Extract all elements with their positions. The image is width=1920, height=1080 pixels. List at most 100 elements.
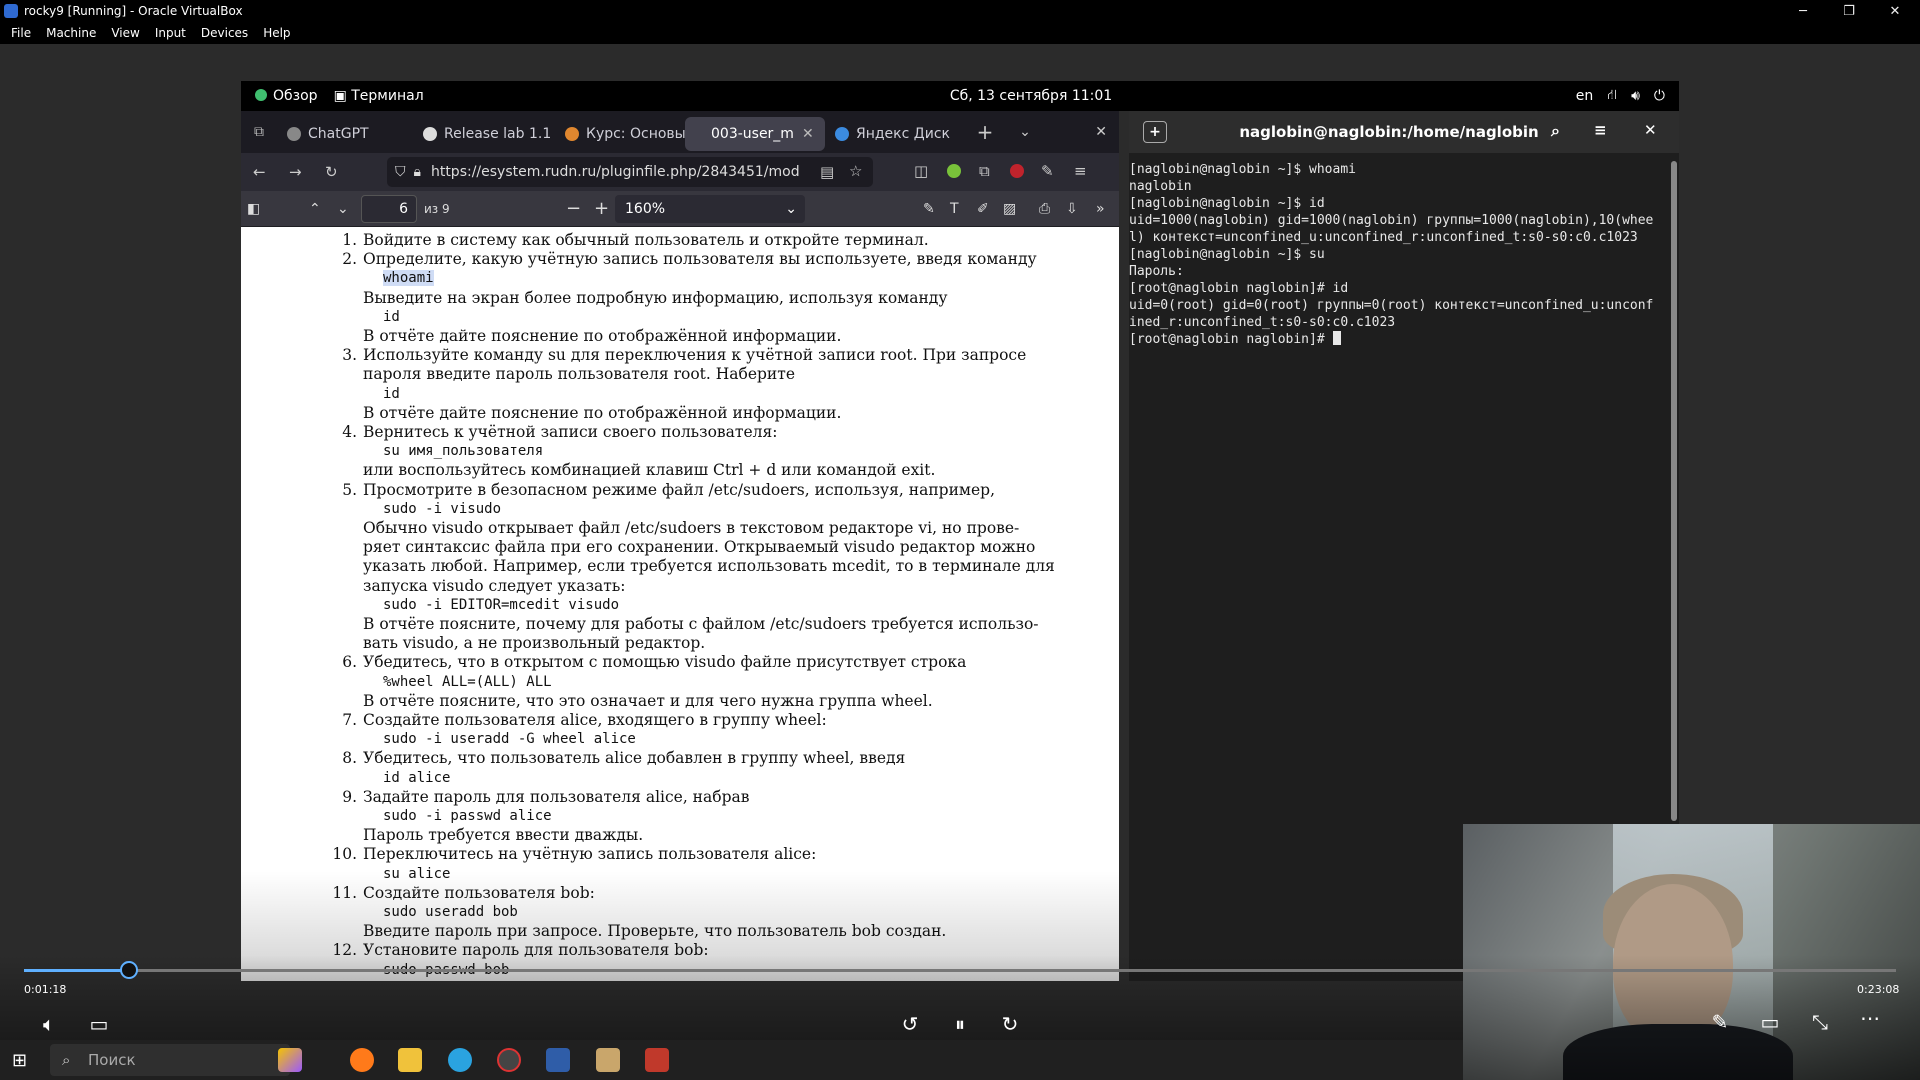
close-tab-icon[interactable]: ✕ <box>802 126 814 142</box>
page-number-input[interactable]: 6 <box>361 195 417 223</box>
menu-input[interactable]: Input <box>155 26 186 40</box>
sidebar-toggle-icon[interactable]: ◧ <box>247 201 260 217</box>
forward-icon[interactable]: → <box>289 163 302 181</box>
menu-file[interactable]: File <box>11 26 31 40</box>
forward-icon[interactable]: ↻ <box>993 1012 1027 1038</box>
list-number: 5. <box>342 480 357 499</box>
doc-code-line: id <box>383 308 400 325</box>
new-tab-icon[interactable]: + <box>965 120 1005 144</box>
print-icon[interactable]: ⎙ <box>1039 201 1050 217</box>
pdf-viewer[interactable]: 1. Войдите в систему как обычный пользова… <box>241 227 1119 981</box>
list-text: Войдите в систему как обычный пользовате… <box>363 231 929 249</box>
tab-list-icon[interactable]: ⧉ <box>241 124 277 140</box>
seek-bar[interactable] <box>24 961 1896 979</box>
restore-icon[interactable]: ❐ <box>1826 0 1872 22</box>
menu-view[interactable]: View <box>111 26 139 40</box>
image-icon[interactable]: ▨ <box>1003 201 1016 217</box>
menu-devices[interactable]: Devices <box>201 26 248 40</box>
next-page-icon[interactable]: ⌄ <box>337 201 349 217</box>
terminal-headerbar: + naglobin@naglobin:/home/naglobin ⌕ ≡ ✕ <box>1129 111 1679 153</box>
list-text: Используйте команду su для переключения … <box>363 346 1027 365</box>
list-text: Задайте пароль для пользователя alice, н… <box>363 787 750 806</box>
windows-taskbar: ⊞ ⌕ Поиск <box>0 1040 1463 1080</box>
back-icon[interactable]: ← <box>253 163 266 181</box>
doc-text-line: запуска visudo следует указать: <box>363 576 626 595</box>
recording-app-icon[interactable] <box>645 1048 669 1072</box>
new-tab-icon[interactable]: + <box>1143 121 1167 143</box>
volume-icon[interactable]: 🔊︎ <box>1631 88 1640 104</box>
tab-strip: ⧉ ChatGPT Release lab 1.1 Курс: Основы 0… <box>241 111 1119 153</box>
url-bar[interactable]: ⛉ 🔒︎ https://esystem.rudn.ru/pluginfile.… <box>387 157 873 187</box>
pocket-icon[interactable]: ◫ <box>914 162 928 180</box>
language-indicator[interactable]: en <box>1576 88 1594 104</box>
bookmark-star-icon[interactable]: ☆ <box>849 162 862 180</box>
volume-icon[interactable]: 🔈︎ <box>32 1012 66 1038</box>
doc-text-line: Пароль требуется ввести дважды. <box>363 826 644 845</box>
tab-chatgpt[interactable]: ChatGPT <box>277 117 413 151</box>
tab-course[interactable]: Курс: Основы <box>555 117 685 151</box>
extensions-icon[interactable]: ⧉ <box>979 162 990 180</box>
zoom-out-icon[interactable]: − <box>566 198 581 219</box>
extension-green-icon[interactable] <box>947 164 961 178</box>
network-icon[interactable]: ⛙ <box>1607 87 1617 105</box>
reload-icon[interactable]: ↻ <box>325 163 338 181</box>
taskbar-search[interactable]: ⌕ Поиск <box>50 1044 290 1076</box>
windows-start-icon[interactable]: ⊞ <box>12 1050 27 1071</box>
firefox-icon[interactable] <box>350 1048 374 1072</box>
close-icon[interactable]: ✕ <box>1872 0 1918 22</box>
previous-page-icon[interactable]: ⌃ <box>309 201 321 217</box>
subtitles-icon[interactable]: ▭ <box>82 1012 116 1038</box>
extension-fox-icon[interactable]: ✎ <box>1041 162 1054 180</box>
tab-yandex-disk[interactable]: Яндекс Диск <box>825 117 965 151</box>
obs-icon[interactable] <box>497 1048 521 1072</box>
clock[interactable]: Сб, 13 сентября 11:01 <box>881 88 1181 104</box>
file-explorer-icon[interactable] <box>398 1048 422 1072</box>
url-text[interactable]: https://esystem.rudn.ru/pluginfile.php/2… <box>431 164 800 180</box>
app-icon[interactable] <box>596 1048 620 1072</box>
more-tools-icon[interactable]: » <box>1096 201 1105 217</box>
telegram-icon[interactable] <box>448 1048 472 1072</box>
search-icon[interactable]: ⌕ <box>1551 121 1560 141</box>
power-icon[interactable]: ⏻ <box>1654 88 1665 104</box>
virtualbox-icon[interactable] <box>546 1048 570 1072</box>
more-options-icon[interactable]: ⋯ <box>1853 1006 1887 1032</box>
pause-icon[interactable]: ⏸︎ <box>943 1012 977 1038</box>
rewind-icon[interactable]: ↺ <box>893 1012 927 1038</box>
zoom-in-icon[interactable]: + <box>594 198 609 219</box>
terminal-line: Пароль: <box>1129 264 1184 279</box>
copilot-icon[interactable] <box>278 1048 302 1072</box>
doc-text-line: В отчёте поясните, что это означает и дл… <box>363 691 933 710</box>
tab-release-lab[interactable]: Release lab 1.1 <box>413 117 555 151</box>
activities-button[interactable]: Обзор <box>255 88 318 104</box>
chevron-down-icon[interactable]: ⌄ <box>1005 124 1045 140</box>
exit-fullscreen-icon[interactable]: ⤡ <box>1803 1010 1837 1036</box>
highlight-icon[interactable]: ✎ <box>923 201 935 217</box>
tab-pdf-active[interactable]: 003-user_m ✕ <box>685 117 825 151</box>
ublock-icon[interactable] <box>1010 164 1024 178</box>
zoom-value: 160% <box>625 201 666 217</box>
pen-icon[interactable]: ✎ <box>1703 1010 1737 1036</box>
search-icon: ⌕ <box>62 1051 71 1069</box>
doc-text-line: пароля введите пароль пользователя root.… <box>363 365 796 384</box>
text-icon[interactable]: T <box>950 201 959 217</box>
lock-icon[interactable]: 🔒︎ <box>414 164 421 180</box>
seek-knob[interactable] <box>119 961 138 979</box>
close-window-icon[interactable]: ✕ <box>1095 124 1107 140</box>
scrollbar[interactable] <box>1671 161 1677 821</box>
menu-machine[interactable]: Machine <box>46 26 96 40</box>
list-text: Вернитесь к учётной записи своего пользо… <box>363 423 778 441</box>
reader-view-icon[interactable]: ▤ <box>820 163 834 181</box>
miniplayer-icon[interactable]: ▭ <box>1753 1010 1787 1036</box>
minimize-icon[interactable]: ─ <box>1780 0 1826 22</box>
zoom-select[interactable]: 160% ⌄ <box>615 195 805 223</box>
list-number: 3. <box>342 346 357 365</box>
terminal-app-button[interactable]: ▣ Терминал <box>334 88 424 104</box>
shield-icon[interactable]: ⛉ <box>395 164 406 180</box>
close-icon[interactable]: ✕ <box>1644 121 1657 139</box>
menu-help[interactable]: Help <box>263 26 290 40</box>
draw-icon[interactable]: ✐ <box>977 201 989 217</box>
moodle-icon <box>565 127 579 141</box>
menu-icon[interactable]: ≡ <box>1074 162 1087 180</box>
save-icon[interactable]: ⇩ <box>1066 201 1078 217</box>
menu-icon[interactable]: ≡ <box>1594 121 1607 139</box>
